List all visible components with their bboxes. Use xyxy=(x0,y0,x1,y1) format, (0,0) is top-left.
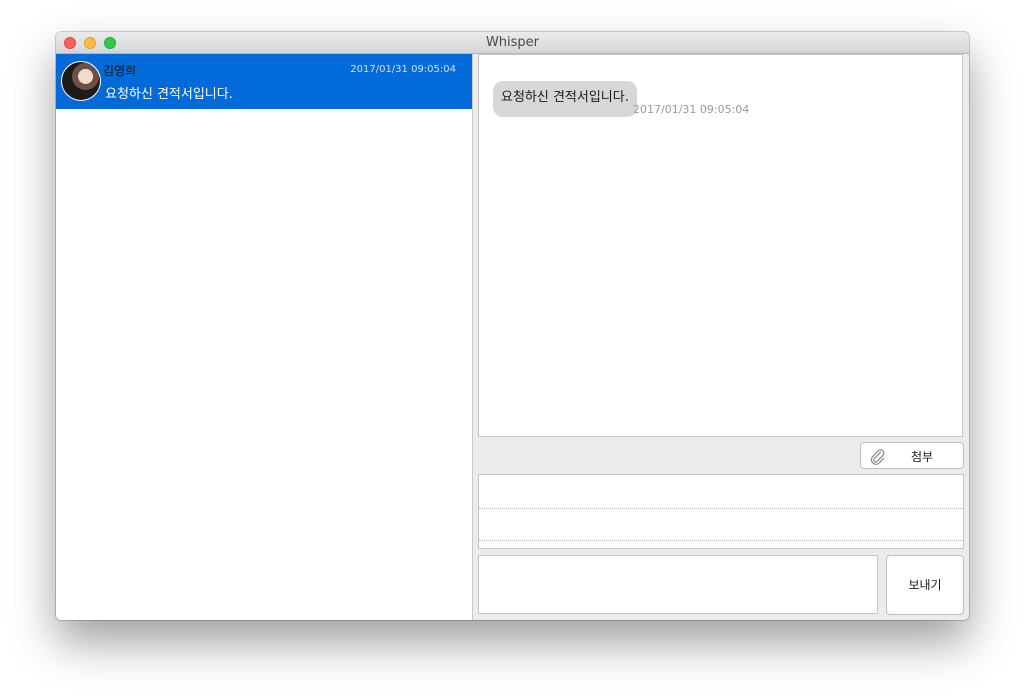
attach-label: 첨부 xyxy=(911,450,934,464)
message-history[interactable]: 요청하신 견적서입니다. 2017/01/31 09:05:04 xyxy=(478,54,963,437)
title-bar[interactable]: Whisper xyxy=(56,32,969,54)
avatar xyxy=(61,61,101,101)
window-title: Whisper xyxy=(485,35,540,50)
attachment-row-divider xyxy=(479,508,963,509)
attach-button[interactable]: 첨부 xyxy=(860,442,964,469)
app-window: Whisper 김영희 2017/01/31 09:05:04 요청하신 견적서… xyxy=(56,32,969,620)
message-input[interactable] xyxy=(478,555,878,614)
conversation-name: 김영희 xyxy=(103,64,137,78)
message-timestamp: 2017/01/31 09:05:04 xyxy=(633,103,750,116)
paperclip-icon xyxy=(870,449,885,465)
attachment-row-divider xyxy=(479,540,963,541)
conversation-preview: 요청하신 견적서입니다. xyxy=(105,87,233,102)
send-button[interactable]: 보내기 xyxy=(886,555,964,615)
conversation-timestamp: 2017/01/31 09:05:04 xyxy=(350,64,456,75)
conversation-list: 김영희 2017/01/31 09:05:04 요청하신 견적서입니다. xyxy=(56,54,473,620)
conversation-item[interactable]: 김영희 2017/01/31 09:05:04 요청하신 견적서입니다. xyxy=(56,54,472,109)
message-bubble: 요청하신 견적서입니다. xyxy=(493,81,637,117)
attachment-list[interactable] xyxy=(478,474,964,549)
